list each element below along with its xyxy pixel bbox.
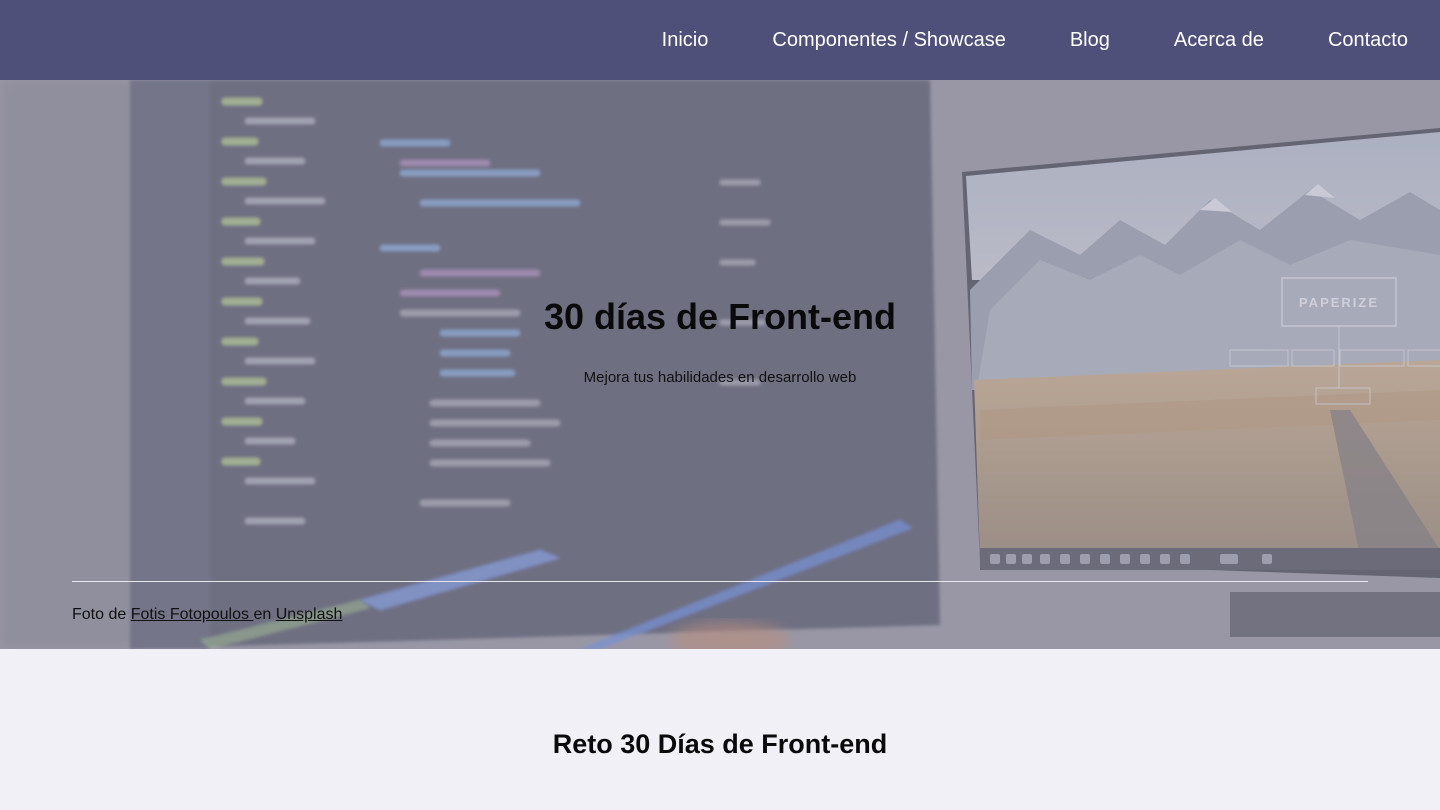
top-navigation: Inicio Componentes / Showcase Blog Acerc… [0, 0, 1440, 80]
unsplash-link[interactable]: Unsplash [276, 606, 343, 623]
hero-banner: PAPERIZE 30 días de Front-end Mejora tus… [0, 80, 1440, 649]
hero-title: 30 días de Front-end [543, 296, 897, 337]
photo-credit-prefix: Foto de [72, 606, 131, 623]
photo-credit-middle: en [253, 606, 276, 623]
hero-subtitle: Mejora tus habilidades en desarrollo web [583, 369, 857, 386]
nav-link-inicio[interactable]: Inicio [662, 29, 709, 51]
nav-link-contacto[interactable]: Contacto [1328, 29, 1408, 51]
hero-background-photo: PAPERIZE [0, 80, 1440, 649]
nav-item-inicio: Inicio [662, 29, 709, 52]
nav-item-contacto: Contacto [1328, 29, 1408, 52]
challenge-section: Reto 30 Días de Front-end [0, 649, 1440, 810]
nav-item-componentes: Componentes / Showcase [772, 29, 1005, 52]
photo-author-link[interactable]: Fotis Fotopoulos [131, 606, 254, 623]
photo-credit: Foto de Fotis Fotopoulos en Unsplash [72, 606, 342, 624]
nav-item-acerca: Acerca de [1174, 29, 1264, 52]
nav-link-blog[interactable]: Blog [1070, 29, 1110, 51]
section-title: Reto 30 Días de Front-end [552, 729, 888, 759]
nav-item-blog: Blog [1070, 29, 1110, 52]
nav-link-acerca-de[interactable]: Acerca de [1174, 29, 1264, 51]
nav-link-componentes-showcase[interactable]: Componentes / Showcase [772, 29, 1005, 51]
nav-menu: Inicio Componentes / Showcase Blog Acerc… [662, 0, 1408, 80]
hero-divider [72, 581, 1368, 582]
